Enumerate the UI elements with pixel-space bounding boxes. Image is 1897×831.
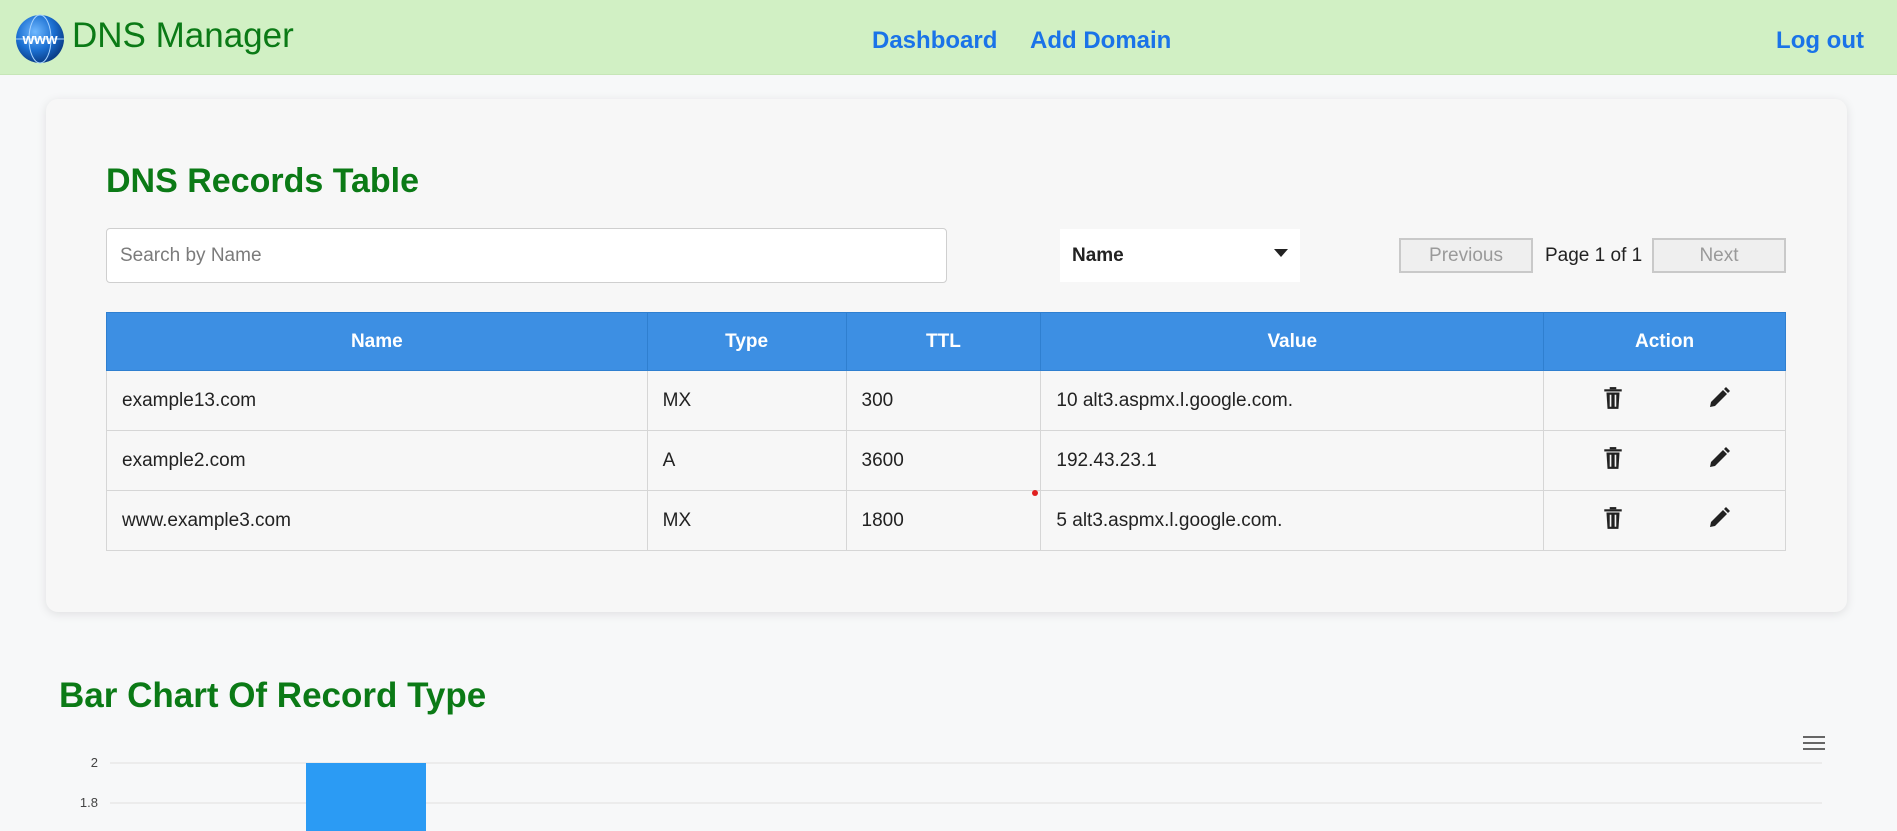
next-page-button[interactable]: Next [1652,238,1786,273]
table-row: example2.com A 3600 192.43.23.1 [106,430,1786,491]
cell-name: www.example3.com [106,490,648,551]
filter-select-value: Name [1072,245,1124,266]
dns-records-table: Name Type TTL Value Action example13.com… [106,312,1786,551]
trash-icon[interactable] [1602,386,1624,410]
cell-ttl: 3600 [845,430,1042,491]
cell-name: example13.com [106,370,648,431]
cell-type: MX [646,370,847,431]
cell-type: A [646,430,847,491]
top-navbar: www DNS Manager Dashboard Add Domain Log… [0,0,1897,75]
dns-records-card: DNS Records Table Name Previous Page 1 o… [46,99,1847,612]
cursor-marker [1032,490,1038,496]
column-header-value: Value [1040,312,1545,371]
filter-select[interactable]: Name [1060,229,1300,282]
column-header-ttl: TTL [845,312,1042,371]
logout-link[interactable]: Log out [1776,26,1864,56]
previous-page-button[interactable]: Previous [1399,238,1533,273]
trash-icon[interactable] [1602,446,1624,470]
search-input[interactable] [106,228,947,283]
table-row: example13.com MX 300 10 alt3.aspmx.l.goo… [106,370,1786,431]
pencil-icon[interactable] [1708,386,1731,410]
nav-add-domain-link[interactable]: Add Domain [1030,26,1171,56]
cell-action [1543,430,1786,491]
y-tick-label: 1.8 [80,795,98,810]
cell-ttl: 1800 [845,490,1042,551]
table-header-row: Name Type TTL Value Action [106,312,1786,371]
cell-type: MX [646,490,847,551]
cell-action [1543,490,1786,551]
column-header-name: Name [106,312,648,371]
bar-chart: 21.8 [80,755,1822,831]
page-indicator: Page 1 of 1 [1545,245,1643,266]
chart-title: Bar Chart Of Record Type [59,676,487,715]
globe-www-logo-icon: www [16,14,64,64]
app-brand: DNS Manager [72,16,294,55]
records-table-title: DNS Records Table [106,162,420,200]
column-header-action: Action [1543,312,1786,371]
cell-value: 5 alt3.aspmx.l.google.com. [1040,490,1545,551]
cell-value: 10 alt3.aspmx.l.google.com. [1040,370,1545,431]
nav-dashboard-link[interactable]: Dashboard [872,26,997,56]
y-tick-label: 2 [91,755,98,770]
pencil-icon[interactable] [1708,446,1731,470]
cell-name: example2.com [106,430,648,491]
cell-value: 192.43.23.1 [1040,430,1545,491]
cell-ttl: 300 [845,370,1042,431]
chevron-down-icon [1274,249,1288,257]
table-row: www.example3.com MX 1800 5 alt3.aspmx.l.… [106,490,1786,551]
trash-icon[interactable] [1602,506,1624,530]
pencil-icon[interactable] [1708,506,1731,530]
column-header-type: Type [646,312,847,371]
cell-action [1543,370,1786,431]
bar-mx[interactable] [306,763,426,831]
logo-text: www [21,31,57,48]
